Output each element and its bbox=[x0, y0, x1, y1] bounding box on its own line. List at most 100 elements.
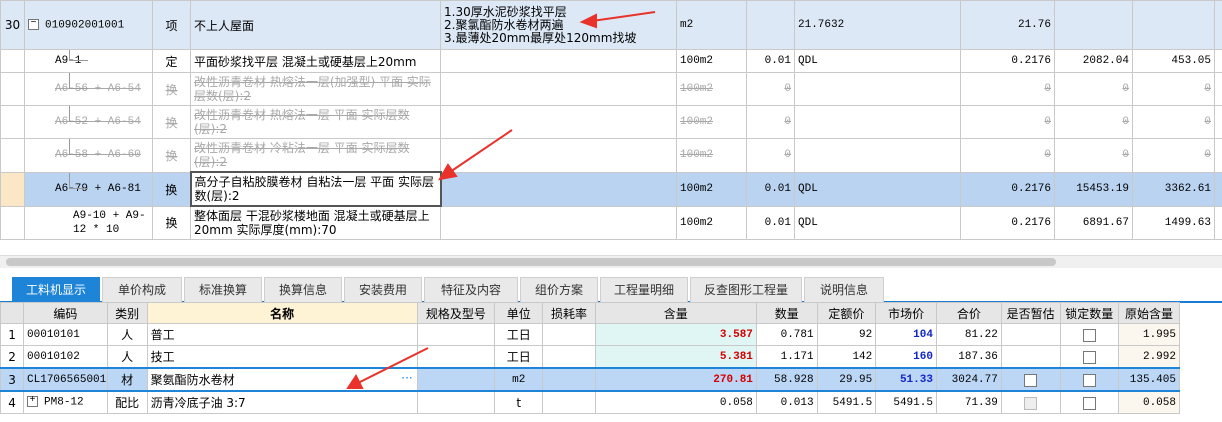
tab-labor-material-machine[interactable]: 工料机显示 bbox=[12, 277, 100, 302]
header-loss[interactable]: 损耗率 bbox=[542, 302, 596, 324]
table-row[interactable]: A6-52 + A6-54 换 改性沥青卷材 热熔法一层 平面 实际层数(层):… bbox=[0, 105, 1222, 139]
item-price: 0 bbox=[1054, 72, 1133, 106]
item-feature[interactable]: 1.30厚水泥砂浆找平层 2.聚氯酯防水卷材两遍 3.最薄处20mm最厚处120… bbox=[440, 0, 677, 50]
table-row[interactable]: 1 00010101 人 普工 工日 3.587 0.781 92 104 81… bbox=[0, 323, 1180, 346]
item-expr[interactable]: QDL bbox=[794, 171, 961, 207]
lock-checkbox[interactable] bbox=[1082, 373, 1096, 387]
resource-name[interactable]: 普工 bbox=[146, 323, 418, 346]
resource-spec[interactable] bbox=[416, 323, 496, 346]
resource-content[interactable]: 270.81 bbox=[594, 367, 757, 392]
item-total: 1499.63 bbox=[1132, 205, 1215, 240]
item-name[interactable]: 改性沥青卷材 冷粘法一层 平面 实际层数(层):2 bbox=[190, 138, 441, 173]
item-expr[interactable] bbox=[794, 138, 961, 173]
lock-checkbox[interactable] bbox=[1082, 328, 1096, 342]
resource-total: 3024.77 bbox=[935, 367, 1002, 392]
header-name[interactable]: 名称 bbox=[146, 302, 418, 324]
header-unit[interactable]: 单位 bbox=[494, 302, 544, 324]
header-code[interactable]: 编码 bbox=[23, 302, 108, 324]
table-row[interactable]: 4 + PM8-12 配比 沥青冷底子油 3:7 t 0.058 0.013 54… bbox=[0, 390, 1180, 414]
tab-conversion-info[interactable]: 换算信息 bbox=[264, 277, 342, 302]
item-expr[interactable]: QDL bbox=[794, 205, 961, 240]
table-row[interactable]: A9-10 + A9-12 * 10 换 整体面层 干混砂浆楼地面 混凝土或硬基… bbox=[0, 205, 1222, 240]
header-estimate[interactable]: 是否暂估 bbox=[1000, 302, 1061, 324]
resource-code[interactable]: 00010101 bbox=[23, 323, 108, 346]
table-row[interactable]: A9-1 定 平面砂浆找平层 混凝土或硬基层上20mm 100m2 0.01 Q… bbox=[0, 49, 1222, 73]
resource-market[interactable]: 104 bbox=[875, 323, 937, 346]
collapse-icon[interactable]: − bbox=[28, 18, 39, 30]
item-type: 换 bbox=[152, 72, 191, 106]
item-expr[interactable]: 21.7632 bbox=[794, 0, 961, 50]
item-name[interactable]: 平面砂浆找平层 混凝土或硬基层上20mm bbox=[190, 49, 441, 73]
resource-market[interactable]: 160 bbox=[875, 345, 937, 369]
header-spec[interactable]: 规格及型号 bbox=[416, 302, 496, 324]
resource-loss[interactable] bbox=[542, 367, 596, 392]
resource-loss[interactable] bbox=[542, 390, 596, 414]
item-name[interactable]: 不上人屋面 bbox=[190, 0, 441, 50]
resource-loss[interactable] bbox=[542, 345, 596, 369]
header-content[interactable]: 含量 bbox=[594, 302, 757, 324]
resource-content[interactable]: 5.381 bbox=[594, 345, 757, 369]
tab-unit-price[interactable]: 单价构成 bbox=[102, 277, 182, 302]
resource-spec[interactable] bbox=[416, 345, 496, 369]
header-lock[interactable]: 锁定数量 bbox=[1059, 302, 1120, 324]
item-name[interactable]: 整体面层 干混砂浆楼地面 混凝土或硬基层上20mm 实际厚度(mm):70 bbox=[190, 205, 441, 240]
tab-install-fee[interactable]: 安装费用 bbox=[344, 277, 422, 302]
tab-graphic-quantity[interactable]: 反查图形工程量 bbox=[690, 277, 802, 302]
item-expr[interactable]: QDL bbox=[794, 49, 961, 73]
resource-content[interactable]: 3.587 bbox=[594, 323, 757, 346]
header-orig[interactable]: 原始含量 bbox=[1118, 302, 1180, 324]
resource-orig: 135.405 bbox=[1118, 367, 1180, 392]
header-price[interactable]: 定额价 bbox=[816, 302, 877, 324]
resource-spec[interactable] bbox=[416, 367, 496, 392]
lock-checkbox[interactable] bbox=[1082, 350, 1096, 364]
header-type[interactable]: 类别 bbox=[106, 302, 148, 324]
item-expr[interactable] bbox=[794, 105, 961, 139]
row-number: 1 bbox=[0, 323, 25, 346]
item-price bbox=[1054, 0, 1133, 50]
lock-checkbox[interactable] bbox=[1082, 396, 1096, 410]
resource-type: 人 bbox=[106, 323, 148, 346]
horizontal-scrollbar[interactable] bbox=[0, 255, 1222, 268]
table-row[interactable]: A6-58 + A6-60 换 改性沥青卷材 冷粘法一层 平面 实际层数(层):… bbox=[0, 138, 1222, 173]
resource-content[interactable]: 0.058 bbox=[594, 390, 757, 414]
item-unit: 100m2 bbox=[676, 105, 747, 139]
tab-features[interactable]: 特征及内容 bbox=[424, 277, 518, 302]
resource-market[interactable]: 51.33 bbox=[875, 367, 937, 392]
table-row[interactable]: 30 −010902001001 项 不上人屋面 1.30厚水泥砂浆找平层 2.… bbox=[0, 0, 1222, 50]
estimate-checkbox[interactable] bbox=[1024, 373, 1038, 387]
item-name[interactable]: 改性沥青卷材 热熔法一层 平面 实际层数(层):2 bbox=[190, 105, 441, 139]
scrollbar-thumb[interactable] bbox=[6, 258, 1056, 266]
item-type: 项 bbox=[152, 0, 191, 50]
item-name-editor[interactable]: 高分子自粘胶膜卷材 自粘法一层 平面 实际层数(层):2 bbox=[189, 171, 442, 207]
table-row-selected[interactable]: 3 CL1706565001 材 聚氨酯防水卷材 ··· m2 270.81 5… bbox=[0, 367, 1180, 392]
expand-icon[interactable]: + bbox=[27, 396, 39, 408]
row-number: 3 bbox=[0, 367, 25, 392]
resource-code[interactable]: 00010102 bbox=[23, 345, 108, 369]
header-market[interactable]: 市场价 bbox=[875, 302, 937, 324]
table-row[interactable]: 2 00010102 人 技工 工日 5.381 1.171 142 160 1… bbox=[0, 345, 1180, 369]
tab-notes[interactable]: 说明信息 bbox=[804, 277, 884, 302]
item-value: 0.2176 bbox=[960, 171, 1055, 207]
resource-name[interactable]: 沥青冷底子油 3:7 bbox=[146, 390, 418, 414]
item-type: 换 bbox=[152, 105, 191, 139]
resource-name[interactable]: 技工 bbox=[146, 345, 418, 369]
resource-code[interactable]: PM8-12 bbox=[44, 397, 84, 409]
item-type: 定 bbox=[152, 49, 191, 73]
tab-standard-conversion[interactable]: 标准换算 bbox=[184, 277, 262, 302]
tab-pricing-scheme[interactable]: 组价方案 bbox=[520, 277, 598, 302]
item-expr[interactable] bbox=[794, 72, 961, 106]
resource-code[interactable]: CL1706565001 bbox=[23, 367, 108, 392]
more-icon[interactable]: ··· bbox=[401, 371, 412, 385]
tab-quantity-detail[interactable]: 工程量明细 bbox=[600, 277, 688, 302]
resource-market[interactable]: 5491.5 bbox=[875, 390, 937, 414]
resource-loss[interactable] bbox=[542, 323, 596, 346]
item-price: 2082.04 bbox=[1054, 49, 1133, 73]
table-row-selected[interactable]: A6-79 + A6-81 换 高分子自粘胶膜卷材 自粘法一层 平面 实际层数(… bbox=[0, 171, 1222, 207]
header-total[interactable]: 合价 bbox=[935, 302, 1002, 324]
item-name[interactable]: 改性沥青卷材 热熔法一层(加强型) 平面 实际层数(层):2 bbox=[190, 72, 441, 106]
header-amount[interactable]: 数量 bbox=[755, 302, 818, 324]
resource-name-editor[interactable]: 聚氨酯防水卷材 ··· bbox=[146, 367, 418, 392]
table-row[interactable]: A6-56 + A6-54 换 改性沥青卷材 热熔法一层(加强型) 平面 实际层… bbox=[0, 72, 1222, 106]
item-total: 0 bbox=[1132, 138, 1215, 173]
resource-spec[interactable] bbox=[416, 390, 496, 414]
